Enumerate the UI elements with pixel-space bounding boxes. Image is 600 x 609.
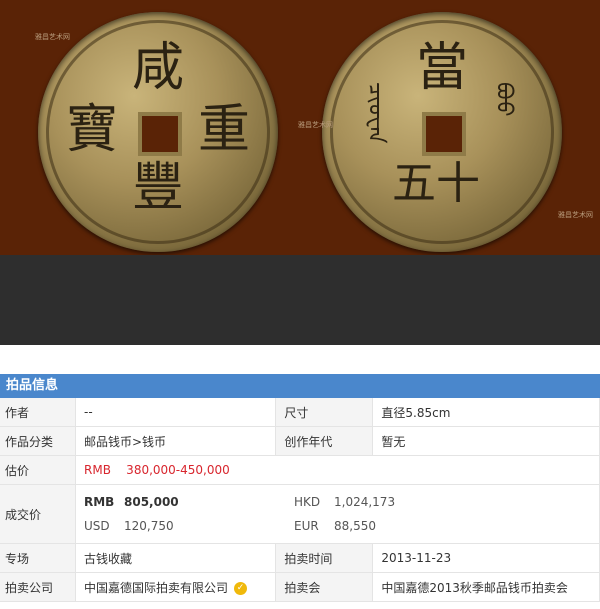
eur-value: 88,550 [334, 519, 376, 533]
rmb-value: 805,000 [124, 495, 179, 509]
deal-prices: RMB 805,000 HKD 1,024,173 USD 120,750 EU… [75, 484, 600, 544]
size-value: 直径5.85cm [372, 398, 600, 427]
eur-currency: EUR [294, 519, 319, 533]
category-value[interactable]: 邮品钱币>钱币 [75, 426, 277, 456]
author-label: 作者 [0, 398, 76, 427]
info-table: 作者 -- 尺寸 直径5.85cm 作品分类 邮品钱币>钱币 创作年代 暂无 估… [0, 398, 600, 602]
rmb-currency: RMB [84, 495, 115, 509]
auction-value[interactable]: 中国嘉德2013秋季邮品钱币拍卖会 [372, 572, 600, 602]
hkd-value: 1,024,173 [334, 495, 396, 509]
coin-char-bottom: 豐 [132, 158, 185, 218]
dark-band [0, 255, 600, 345]
hkd-currency: HKD [294, 495, 321, 509]
usd-value: 120,750 [124, 519, 174, 533]
size-label: 尺寸 [275, 398, 374, 427]
square-hole [138, 112, 182, 156]
watermark-1: 雅昌艺术网 [35, 33, 70, 41]
auction-label: 拍卖会 [275, 572, 374, 602]
author-value: -- [75, 398, 277, 427]
estimate-value: RMB 380,000-450,000 [75, 455, 600, 485]
company-cell: 中国嘉德国际拍卖有限公司 ✓ [75, 572, 277, 602]
coin-obverse: 咸 豐 重 寶 [38, 12, 278, 252]
estimate-label: 估价 [0, 455, 76, 485]
company-value[interactable]: 中国嘉德国际拍卖有限公司 [84, 581, 228, 595]
section-title: 拍品信息 [0, 374, 600, 398]
watermark-2: 雅昌艺术网 [298, 121, 333, 129]
coin-char-bottom: 五十 [392, 158, 480, 209]
year-label: 创作年代 [275, 426, 374, 456]
category-label: 作品分类 [0, 426, 76, 456]
session-value[interactable]: 古钱收藏 [75, 543, 277, 573]
coin-char-top: 當 [416, 38, 469, 98]
session-label: 专场 [0, 543, 76, 573]
auction-info: 拍品信息 作者 -- 尺寸 直径5.85cm 作品分类 邮品钱币>钱币 创作年代… [0, 374, 600, 609]
coin-char-right: 重 [198, 100, 251, 160]
coin-reverse: 當 五十 ᠪᠣᠣ ᠴᡳᠣᠸᠠᠨ [322, 12, 562, 252]
coin-photo: 咸 豐 重 寶 當 五十 ᠪᠣᠣ ᠴᡳᠣᠸᠠᠨ 雅昌艺术网 雅昌艺术网 雅昌艺术… [0, 0, 600, 255]
verified-icon: ✓ [234, 581, 248, 595]
time-label: 拍卖时间 [275, 543, 374, 573]
coin-char-left: 寶 [66, 100, 119, 160]
deal-label: 成交价 [0, 484, 76, 544]
usd-currency: USD [84, 519, 110, 533]
watermark-3: 雅昌艺术网 [558, 211, 593, 219]
time-value: 2013-11-23 [372, 543, 600, 573]
company-label: 拍卖公司 [0, 572, 76, 602]
coin-char-top: 咸 [132, 38, 185, 98]
manchu-right: ᠪᠣᠣ [491, 82, 516, 117]
year-value: 暂无 [372, 426, 600, 456]
square-hole [422, 112, 466, 156]
manchu-left: ᠴᡳᠣᠸᠠᠨ [363, 82, 388, 144]
